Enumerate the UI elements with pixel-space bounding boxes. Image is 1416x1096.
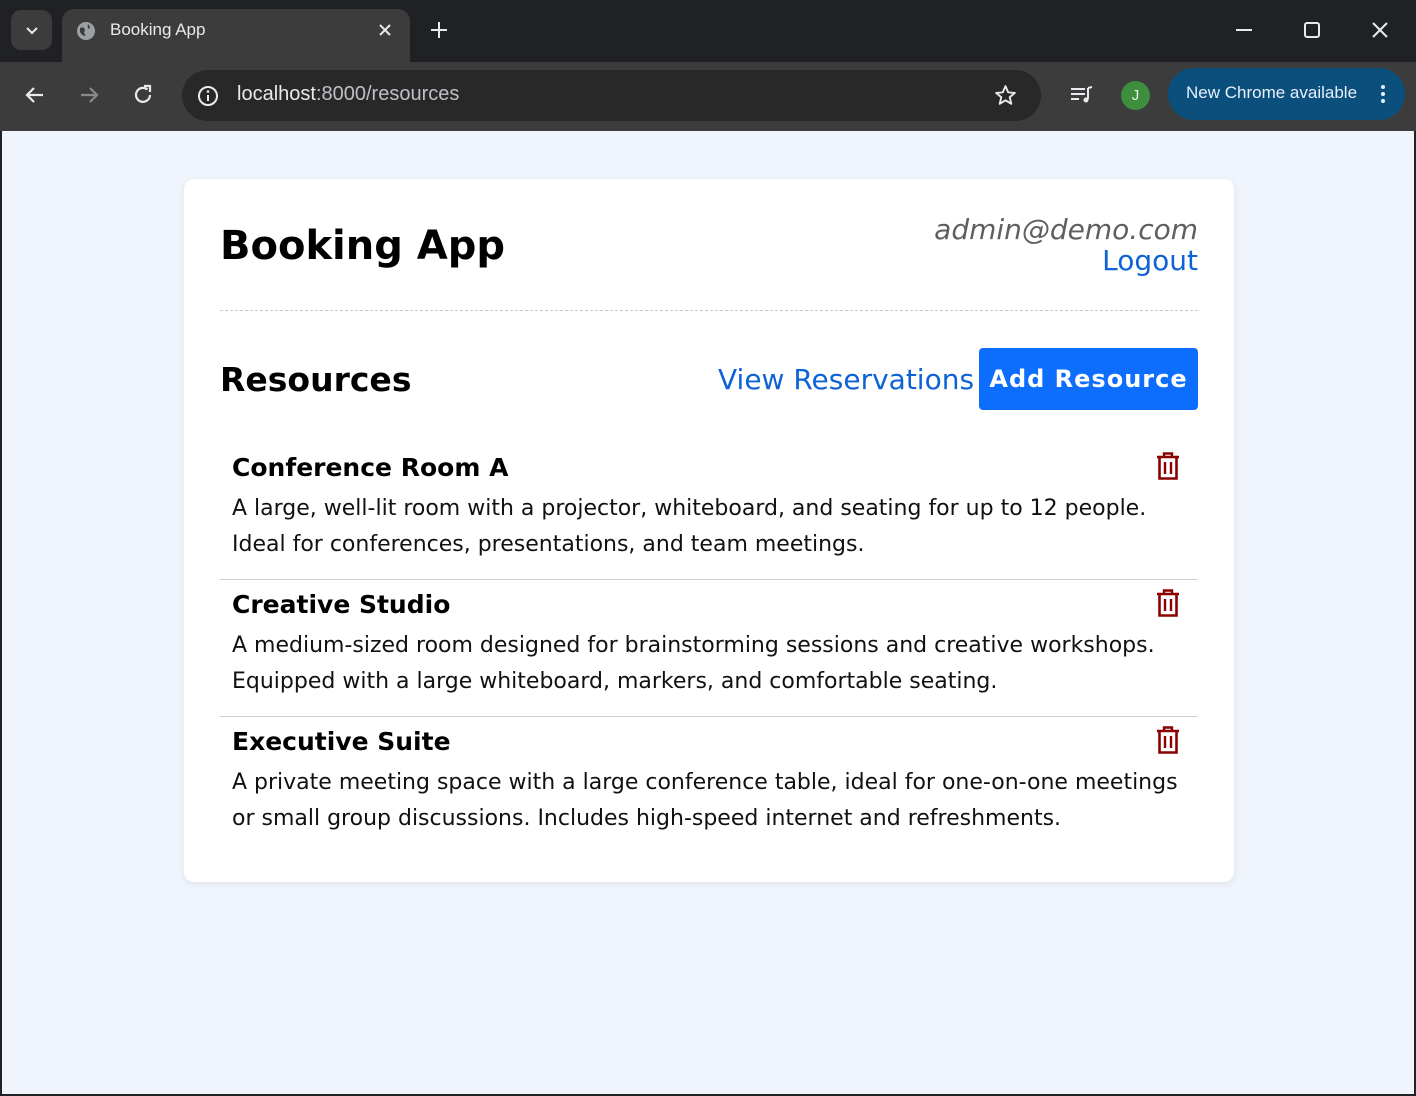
trash-icon xyxy=(1157,452,1179,480)
profile-avatar[interactable]: J xyxy=(1121,81,1150,110)
globe-icon xyxy=(77,22,95,40)
trash-icon xyxy=(1157,726,1179,754)
resource-name: Creative Studio xyxy=(232,590,451,619)
resource-description: A medium-sized room designed for brainst… xyxy=(232,633,1155,694)
delete-resource-button[interactable] xyxy=(1155,588,1181,618)
header-divider xyxy=(220,310,1198,311)
update-label: New Chrome available xyxy=(1186,83,1358,102)
logout-link[interactable]: Logout xyxy=(1102,244,1198,277)
resources-title: Resources xyxy=(220,360,412,399)
new-tab-icon[interactable] xyxy=(428,19,450,41)
tab-search-button[interactable] xyxy=(11,10,52,50)
main-card: Booking App admin@demo.com Logout Resour… xyxy=(184,179,1234,882)
chevron-down-icon xyxy=(25,27,38,35)
chrome-update-button[interactable]: New Chrome available xyxy=(1168,68,1405,120)
reload-icon[interactable] xyxy=(130,82,156,108)
page-viewport: Booking App admin@demo.com Logout Resour… xyxy=(2,131,1414,1094)
bookmark-star-icon[interactable] xyxy=(993,83,1018,108)
view-reservations-link[interactable]: View Reservations xyxy=(718,363,974,396)
more-vert-icon[interactable] xyxy=(1371,82,1395,106)
forward-arrow-icon[interactable] xyxy=(76,82,102,108)
delete-resource-button[interactable] xyxy=(1155,451,1181,481)
close-tab-icon[interactable] xyxy=(376,21,394,39)
resource-list: Conference Room A A large, well-lit room… xyxy=(220,443,1198,854)
url-path: :8000/resources xyxy=(315,83,460,105)
resource-item: Conference Room A A large, well-lit room… xyxy=(220,443,1198,580)
tab-title: Booking App xyxy=(110,20,206,39)
minimize-icon[interactable] xyxy=(1232,18,1256,42)
back-arrow-icon[interactable] xyxy=(22,82,48,108)
resource-item: Creative Studio A medium-sized room desi… xyxy=(220,580,1198,717)
url-text: localhost:8000/resources xyxy=(237,83,459,106)
media-controls-icon[interactable] xyxy=(1068,82,1094,108)
close-window-icon[interactable] xyxy=(1368,18,1392,42)
browser-tab-active[interactable]: Booking App xyxy=(62,9,410,62)
app-title: Booking App xyxy=(220,223,506,269)
address-bar[interactable]: localhost:8000/resources xyxy=(182,70,1041,121)
browser-toolbar: localhost:8000/resources J New Chrome av… xyxy=(0,62,1416,131)
browser-tabstrip: Booking App xyxy=(0,0,1416,62)
resource-item: Executive Suite A private meeting space … xyxy=(220,717,1198,854)
delete-resource-button[interactable] xyxy=(1155,725,1181,755)
trash-icon xyxy=(1157,589,1179,617)
add-resource-button[interactable]: Add Resource xyxy=(979,348,1198,410)
info-icon[interactable] xyxy=(196,84,220,108)
user-email: admin@demo.com xyxy=(934,213,1198,246)
maximize-icon[interactable] xyxy=(1300,18,1324,42)
resource-description: A private meeting space with a large con… xyxy=(232,770,1178,831)
resource-name: Executive Suite xyxy=(232,727,451,756)
url-host: localhost xyxy=(237,83,316,105)
resource-name: Conference Room A xyxy=(232,453,509,482)
resource-description: A large, well-lit room with a projector,… xyxy=(232,496,1147,557)
